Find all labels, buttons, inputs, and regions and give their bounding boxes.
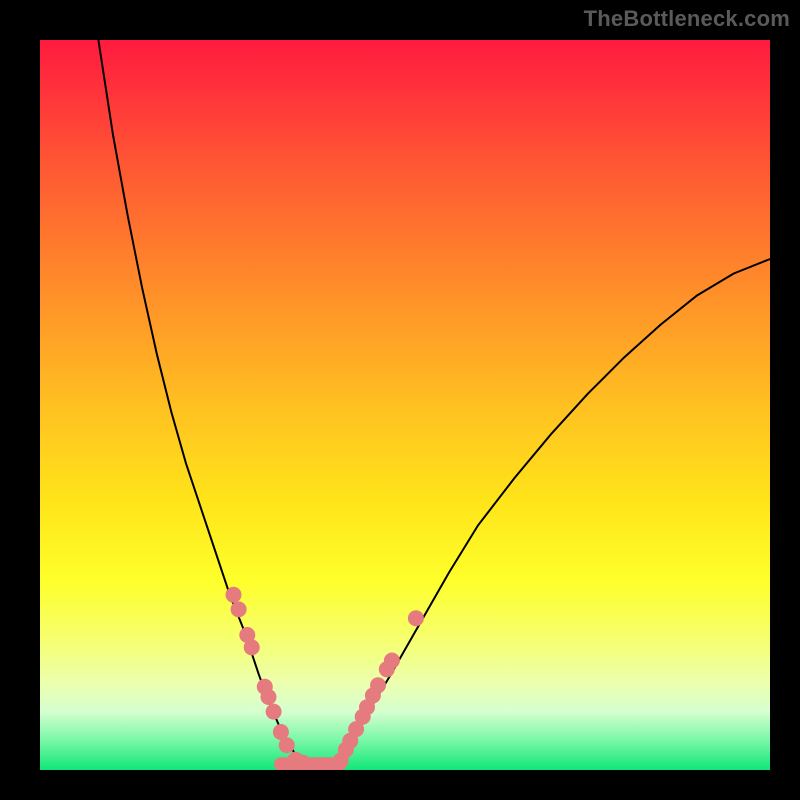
chart-stage: TheBottleneck.com — [0, 0, 800, 800]
data-marker — [226, 587, 242, 603]
marker-group-right — [333, 610, 424, 768]
data-marker — [370, 677, 386, 693]
curve-left — [98, 40, 299, 763]
watermark-text: TheBottleneck.com — [584, 6, 790, 32]
plot-area — [40, 40, 770, 770]
data-marker — [408, 610, 424, 626]
data-marker — [384, 653, 400, 669]
data-marker — [266, 704, 282, 720]
data-marker — [295, 755, 311, 770]
data-marker — [279, 737, 295, 753]
marker-group-left — [226, 587, 311, 770]
data-marker — [261, 689, 277, 705]
chart-svg — [40, 40, 770, 770]
data-marker — [244, 639, 260, 655]
curve-right — [339, 259, 770, 763]
data-marker — [231, 601, 247, 617]
